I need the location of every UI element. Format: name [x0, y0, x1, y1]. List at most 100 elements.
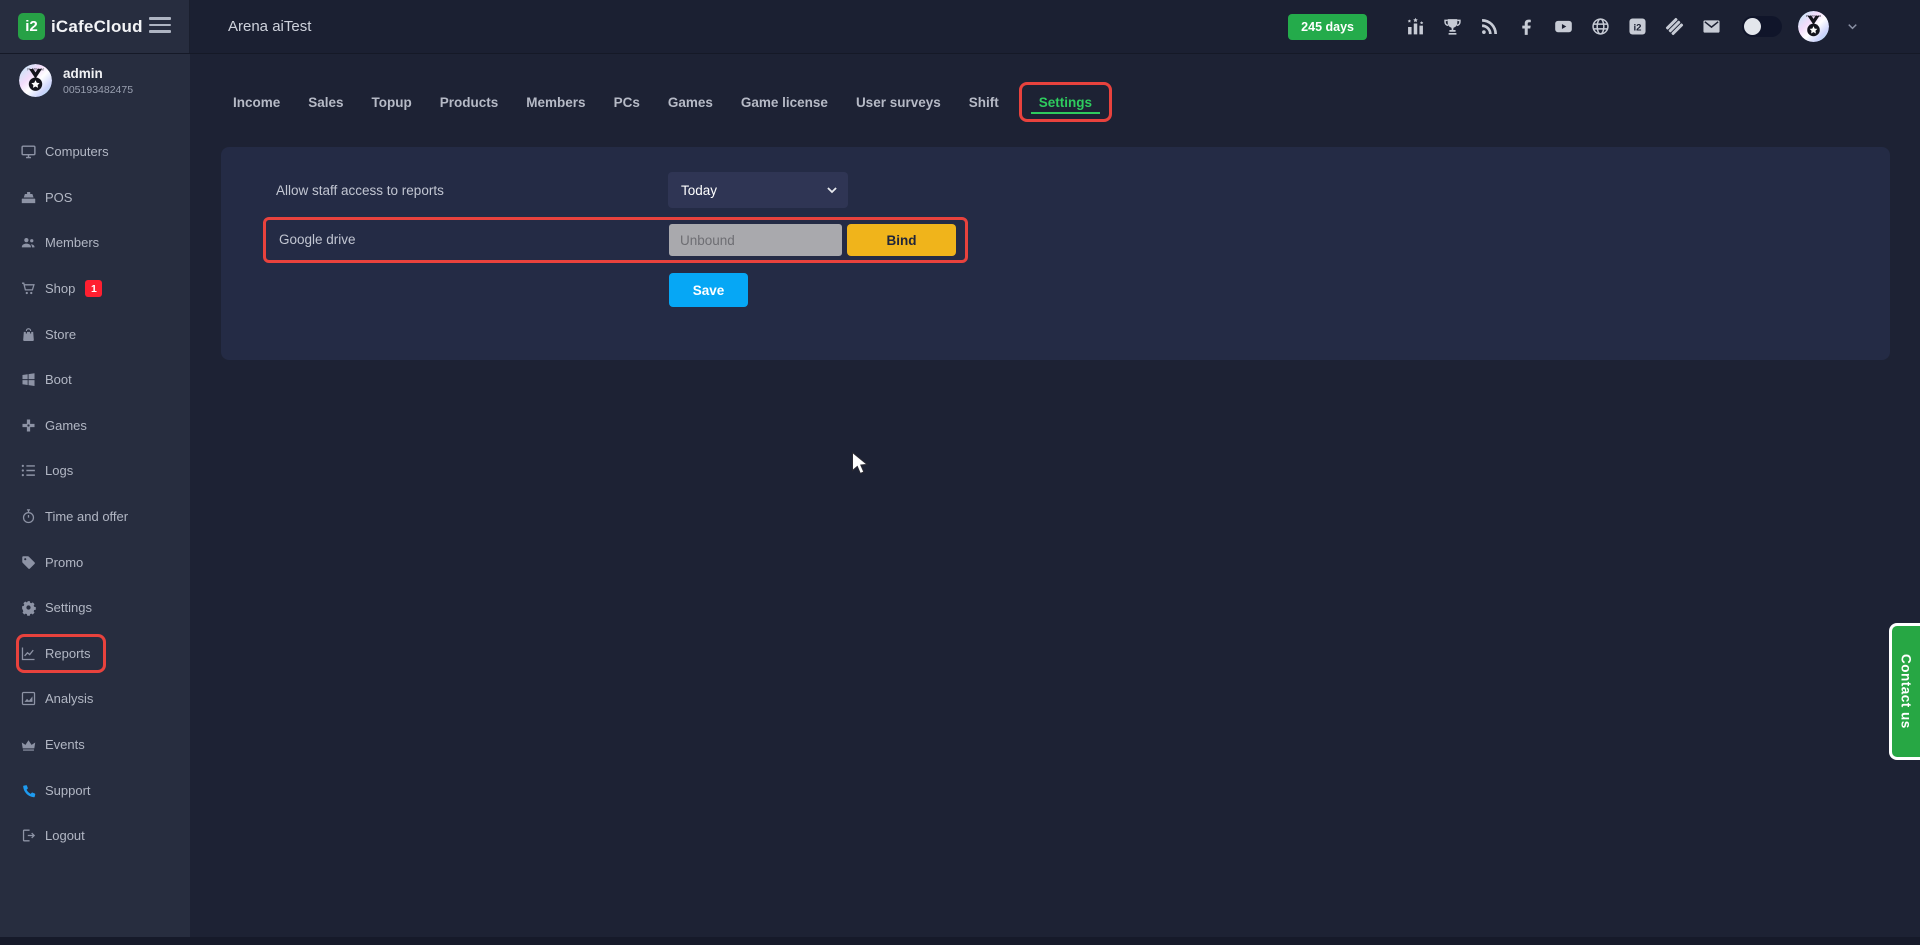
sidebar-item-label: Settings — [45, 600, 92, 615]
sidebar: PLATINUM admin 005193482475 Computers PO… — [0, 54, 190, 945]
gear-icon — [20, 599, 37, 616]
sidebar-item-members[interactable]: Members — [0, 220, 190, 266]
youtube-icon[interactable] — [1553, 16, 1574, 37]
line-chart-icon — [20, 645, 37, 662]
sidebar-item-pos[interactable]: POS — [0, 175, 190, 221]
user-avatar[interactable]: PLATINUM — [1798, 11, 1829, 42]
sidebar-item-shop[interactable]: Shop 1 — [0, 266, 190, 312]
logout-icon — [20, 827, 37, 844]
sidebar-item-label: Shop — [45, 281, 75, 296]
user-block: PLATINUM admin 005193482475 — [0, 54, 190, 97]
sidebar-menu: Computers POS Members Shop 1 Store Boot … — [0, 129, 190, 859]
sidebar-item-label: Logout — [45, 828, 85, 843]
bottom-strip — [0, 937, 1920, 945]
brand-logo-icon: i2 — [18, 13, 45, 40]
sidebar-item-store[interactable]: Store — [0, 311, 190, 357]
brand-name: iCafeCloud — [51, 17, 143, 37]
stopwatch-icon — [20, 508, 37, 525]
sidebar-item-label: Games — [45, 418, 87, 433]
stripes-icon[interactable] — [1664, 16, 1685, 37]
sidebar-item-boot[interactable]: Boot — [0, 357, 190, 403]
sidebar-item-promo[interactable]: Promo — [0, 539, 190, 585]
rss-icon[interactable] — [1479, 16, 1500, 37]
area-chart-icon — [20, 690, 37, 707]
topbar-main: Arena aiTest 245 days — [190, 0, 1920, 53]
list-icon — [20, 462, 37, 479]
sidebar-item-time-and-offer[interactable]: Time and offer — [0, 494, 190, 540]
people-icon — [20, 234, 37, 251]
sidebar-item-label: Boot — [45, 372, 72, 387]
staff-access-select-wrap: Today — [668, 172, 848, 208]
tab-game-license[interactable]: Game license — [727, 85, 842, 120]
tab-topup[interactable]: Topup — [358, 85, 426, 120]
contact-us-tab[interactable]: Contact us — [1889, 623, 1920, 760]
sidebar-item-label: Reports — [45, 646, 91, 661]
sidebar-item-logout[interactable]: Logout — [0, 813, 190, 859]
globe-icon[interactable] — [1590, 16, 1611, 37]
gamepad-icon — [20, 417, 37, 434]
tab-shift[interactable]: Shift — [955, 85, 1013, 120]
topbar: i2 iCafeCloud Arena aiTest 245 days — [0, 0, 1920, 54]
cash-register-icon — [20, 189, 37, 206]
toggle-knob — [1744, 18, 1761, 35]
ranking-podium-icon[interactable] — [1405, 16, 1426, 37]
tab-pcs[interactable]: PCs — [600, 85, 654, 120]
phone-icon — [20, 782, 37, 799]
tab-sales[interactable]: Sales — [294, 85, 357, 120]
tab-members[interactable]: Members — [512, 85, 599, 120]
sidebar-item-label: Support — [45, 783, 91, 798]
tab-user-surveys[interactable]: User surveys — [842, 85, 955, 120]
tab-games[interactable]: Games — [654, 85, 727, 120]
staff-access-select[interactable]: Today — [668, 172, 848, 208]
bind-button[interactable]: Bind — [847, 224, 956, 256]
sidebar-item-settings[interactable]: Settings — [0, 585, 190, 631]
sidebar-item-label: Computers — [45, 144, 109, 159]
trophy-icon[interactable] — [1442, 16, 1463, 37]
main-content: Income Sales Topup Products Members PCs … — [190, 54, 1920, 945]
cart-icon — [20, 280, 37, 297]
tab-settings[interactable]: Settings — [1019, 82, 1112, 122]
sidebar-item-label: Logs — [45, 463, 73, 478]
user-id: 005193482475 — [63, 84, 133, 96]
tab-income[interactable]: Income — [219, 85, 294, 120]
icafecloud-icon[interactable]: i2 — [1627, 16, 1648, 37]
windows-icon — [20, 371, 37, 388]
save-button[interactable]: Save — [669, 273, 748, 307]
settings-card: Allow staff access to reports Today Goog… — [221, 147, 1890, 360]
shop-count-badge: 1 — [85, 280, 102, 297]
sidebar-item-events[interactable]: Events — [0, 722, 190, 768]
tag-icon — [20, 554, 37, 571]
user-name: admin — [63, 66, 133, 81]
sidebar-item-label: Events — [45, 737, 85, 752]
monitor-icon — [20, 143, 37, 160]
sidebar-item-label: Time and offer — [45, 509, 128, 524]
sidebar-item-computers[interactable]: Computers — [0, 129, 190, 175]
chevron-down-icon[interactable] — [1845, 19, 1860, 34]
hamburger-menu-icon[interactable] — [149, 17, 171, 37]
sidebar-item-logs[interactable]: Logs — [0, 448, 190, 494]
report-tabs: Income Sales Topup Products Members PCs … — [219, 82, 1112, 122]
logo-zone: i2 iCafeCloud — [0, 0, 190, 53]
sidebar-item-support[interactable]: Support — [0, 767, 190, 813]
facebook-icon[interactable] — [1516, 16, 1537, 37]
tab-products[interactable]: Products — [426, 85, 513, 120]
sidebar-item-label: Store — [45, 327, 76, 342]
license-days-badge[interactable]: 245 days — [1288, 14, 1367, 40]
theme-toggle[interactable] — [1742, 16, 1782, 37]
svg-text:i2: i2 — [1633, 23, 1641, 34]
sidebar-avatar: PLATINUM — [19, 64, 52, 97]
highlight-box-google-drive: Google drive Bind — [263, 217, 968, 263]
google-drive-label: Google drive — [279, 232, 356, 247]
sidebar-item-games[interactable]: Games — [0, 403, 190, 449]
google-drive-input[interactable] — [669, 224, 842, 256]
sidebar-item-reports[interactable]: Reports — [0, 631, 190, 677]
crown-icon — [20, 736, 37, 753]
page-title: Arena aiTest — [228, 18, 311, 35]
staff-access-label: Allow staff access to reports — [276, 183, 444, 198]
sidebar-item-label: Promo — [45, 555, 83, 570]
sidebar-item-label: Analysis — [45, 691, 93, 706]
mail-icon[interactable] — [1701, 16, 1722, 37]
sidebar-item-analysis[interactable]: Analysis — [0, 676, 190, 722]
shopping-bag-icon — [20, 326, 37, 343]
topbar-actions: 245 days — [1288, 11, 1860, 42]
